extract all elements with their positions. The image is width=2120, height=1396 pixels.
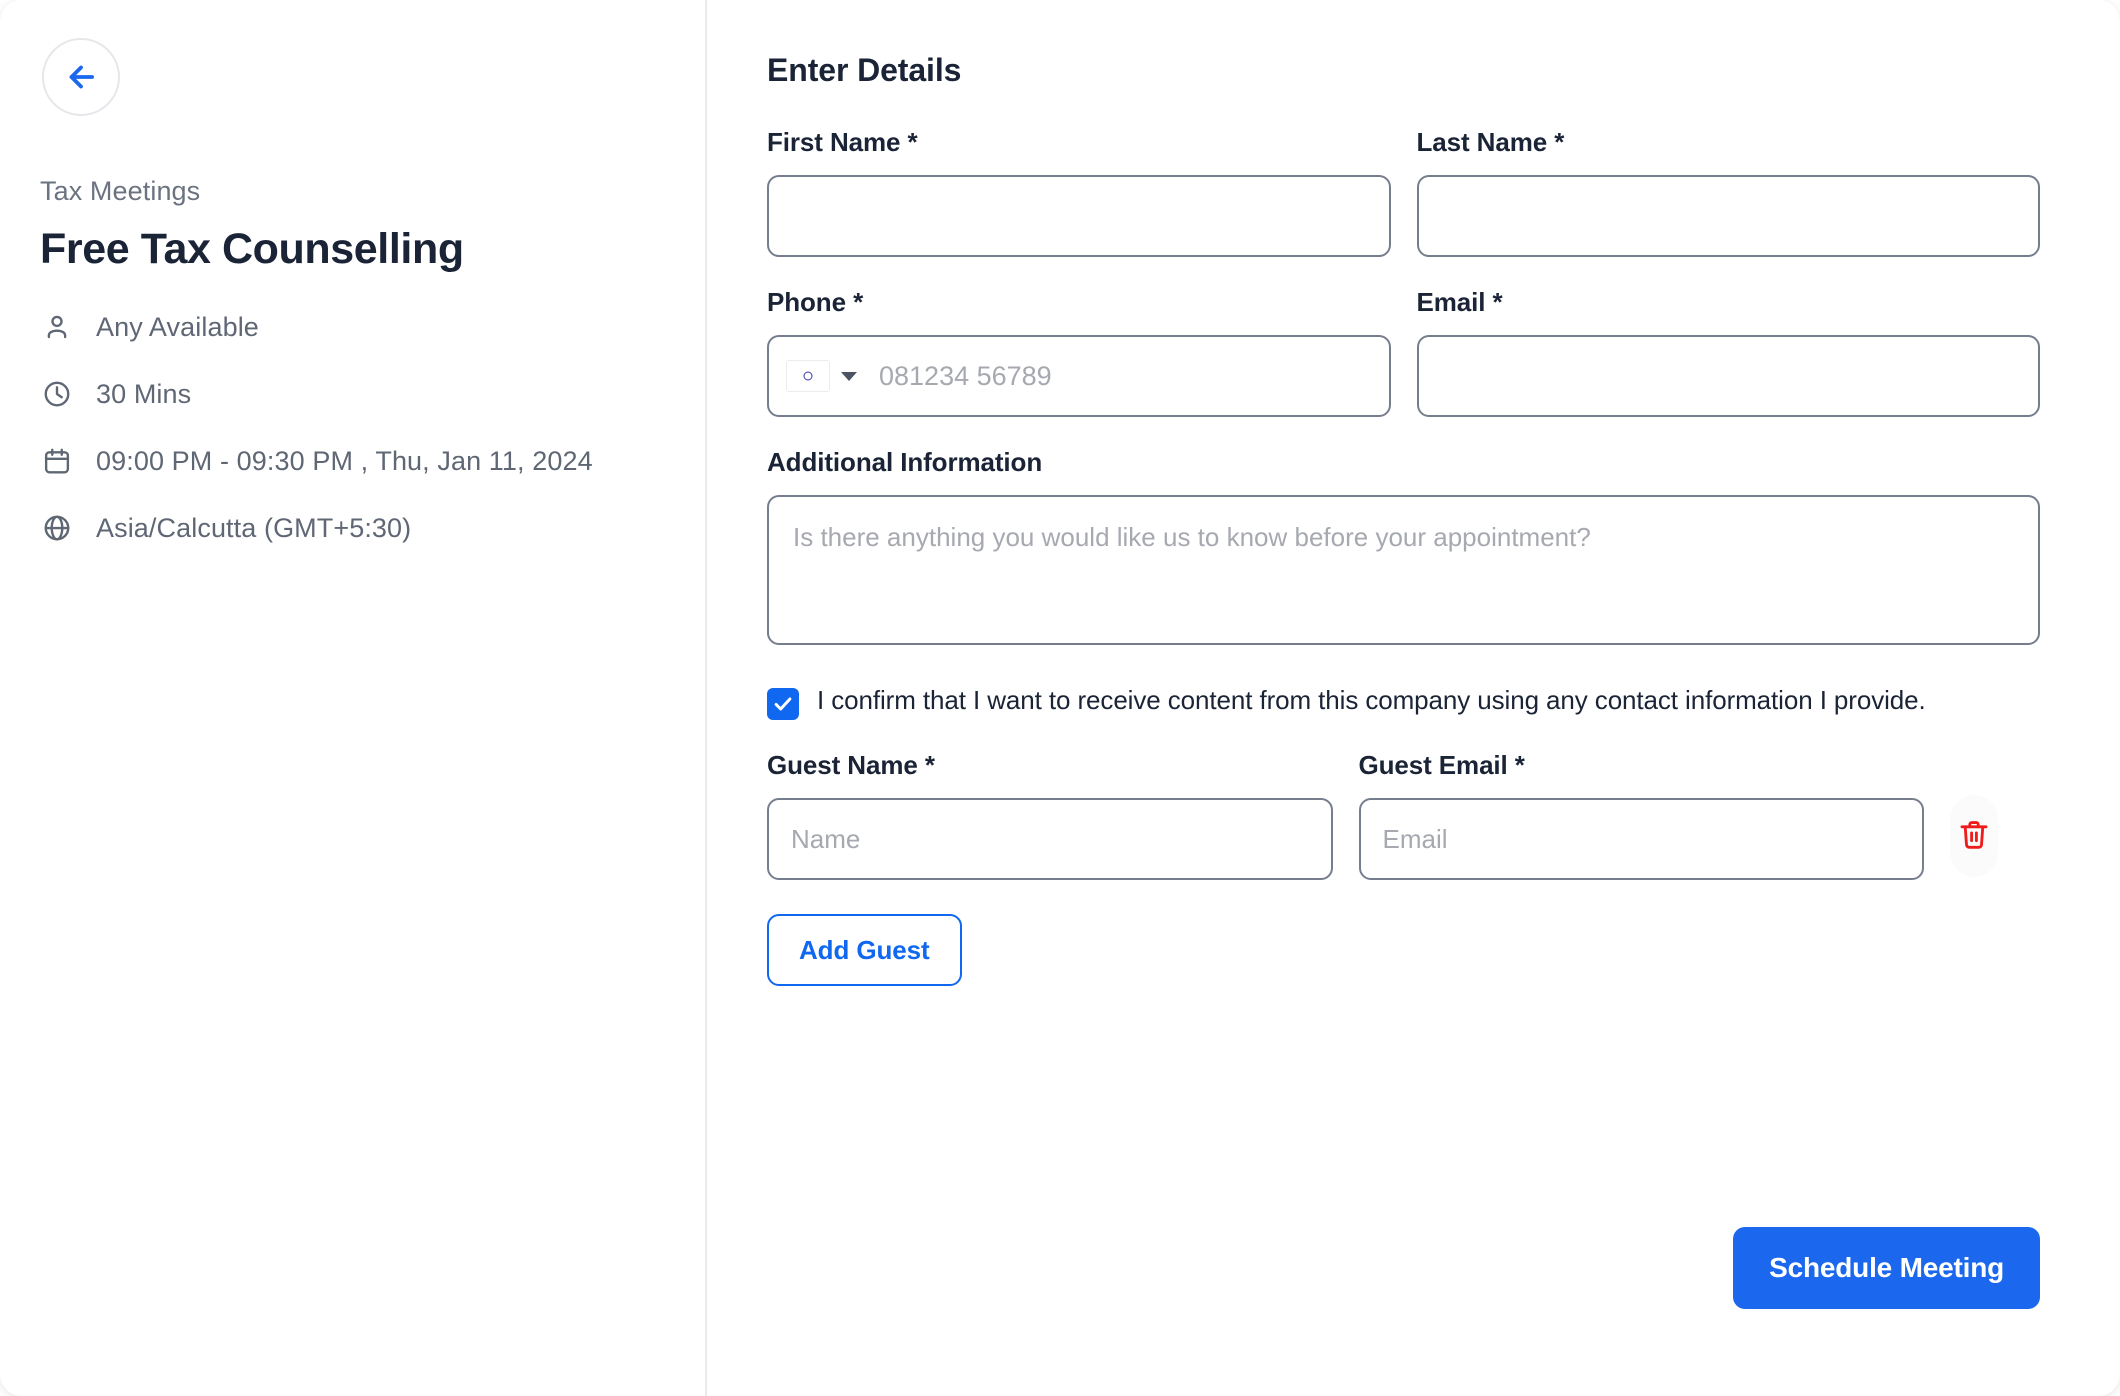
back-button[interactable]: [42, 38, 120, 116]
additional-information-textarea[interactable]: [767, 495, 2040, 645]
additional-information-label: Additional Information: [767, 447, 1043, 477]
consent-checkbox[interactable]: [767, 688, 799, 720]
india-flag-icon[interactable]: [787, 361, 829, 391]
meta-text-timezone: Asia/Calcutta (GMT+5:30): [96, 512, 412, 543]
event-meta-list: Any Available 30 Mins 09:00 PM - 09:30 P…: [40, 302, 665, 553]
meta-row-timezone: Asia/Calcutta (GMT+5:30): [40, 503, 665, 553]
person-icon: [40, 310, 74, 344]
contact-field-row: Phone * Email *: [767, 287, 2040, 417]
last-name-field-group: Last Name *: [1416, 127, 2040, 257]
guest-row: Guest Name * Guest Email *: [767, 750, 2040, 880]
meta-row-host: Any Available: [40, 302, 665, 352]
consent-row: I confirm that I want to receive content…: [767, 682, 2037, 720]
meta-text-datetime: 09:00 PM - 09:30 PM , Thu, Jan 11, 2024: [96, 445, 593, 476]
globe-icon: [40, 511, 74, 545]
add-guest-button[interactable]: Add Guest: [767, 914, 962, 986]
phone-label: Phone *: [767, 287, 864, 317]
additional-information-group: Additional Information: [767, 447, 2040, 650]
email-input[interactable]: [1416, 335, 2040, 417]
first-name-input[interactable]: [767, 175, 1391, 257]
chevron-down-icon[interactable]: [841, 371, 857, 381]
consent-label: I confirm that I want to receive content…: [817, 685, 1926, 715]
last-name-input[interactable]: [1416, 175, 2040, 257]
meta-text-host: Any Available: [96, 311, 259, 342]
guest-name-input[interactable]: [767, 798, 1333, 880]
submit-area: Schedule Meeting: [1733, 1227, 2040, 1309]
email-label: Email *: [1416, 287, 1503, 317]
last-name-label: Last Name *: [1416, 127, 1565, 157]
first-name-field-group: First Name *: [767, 127, 1391, 257]
details-form-panel: Enter Details First Name * Last Name * P…: [707, 0, 2120, 1396]
event-title: Free Tax Counselling: [40, 225, 464, 273]
clock-icon: [40, 377, 74, 411]
guest-email-input[interactable]: [1358, 798, 1924, 880]
guest-delete-column: [1950, 750, 2040, 877]
meta-row-duration: 30 Mins: [40, 369, 665, 419]
event-organization: Tax Meetings: [40, 176, 201, 206]
arrow-left-icon: [62, 58, 100, 96]
booking-page: Tax Meetings Free Tax Counselling Any Av…: [0, 0, 2120, 1396]
name-field-row: First Name * Last Name *: [767, 127, 2040, 257]
event-summary-sidebar: Tax Meetings Free Tax Counselling Any Av…: [0, 0, 707, 1396]
schedule-meeting-button[interactable]: Schedule Meeting: [1733, 1227, 2040, 1309]
guest-name-group: Guest Name *: [767, 750, 1333, 880]
phone-input-wrapper: [767, 335, 1391, 417]
trash-icon: [1957, 818, 1991, 855]
email-field-group: Email *: [1416, 287, 2040, 417]
calendar-icon: [40, 444, 74, 478]
first-name-label: First Name *: [767, 127, 918, 157]
phone-field-group: Phone *: [767, 287, 1391, 417]
guest-email-group: Guest Email *: [1358, 750, 1924, 880]
meta-text-duration: 30 Mins: [96, 378, 192, 409]
guest-name-label: Guest Name *: [767, 750, 935, 780]
delete-guest-button[interactable]: [1950, 795, 1998, 877]
guest-email-label: Guest Email *: [1358, 750, 1525, 780]
meta-row-datetime: 09:00 PM - 09:30 PM , Thu, Jan 11, 2024: [40, 436, 665, 486]
phone-number-input[interactable]: [867, 337, 1375, 415]
form-heading: Enter Details: [767, 52, 962, 88]
